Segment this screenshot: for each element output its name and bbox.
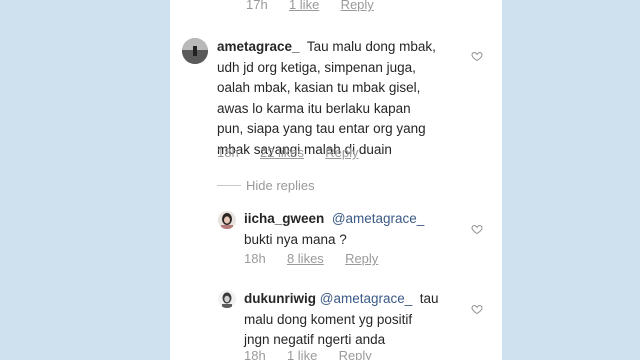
reply-meta: 18h 8 likes Reply xyxy=(244,251,378,266)
comment-body: ametagrace_ Tau malu dong mbak, udh jd o… xyxy=(217,37,463,160)
comment-time: 18h xyxy=(217,145,239,160)
reply-time: 18h xyxy=(244,348,266,360)
comments-panel: 17h 1 like Reply ametagrace_ Tau malu do… xyxy=(170,0,502,360)
comment-username[interactable]: ametagrace_ xyxy=(217,39,300,54)
reply-button[interactable]: Reply xyxy=(325,145,358,160)
mention-link[interactable]: @ametagrace_ xyxy=(320,291,413,306)
reply-meta: 18h 1 like Reply xyxy=(244,348,372,360)
divider xyxy=(217,185,241,186)
reply-button[interactable]: Reply xyxy=(345,251,378,266)
comment-line: udh jd org ketiga, simpenan juga, xyxy=(217,59,416,75)
comment-meta: 18h 22 likes Reply xyxy=(217,145,359,160)
heart-outline-icon[interactable] xyxy=(471,222,483,240)
mention-link[interactable]: @ametagrace_ xyxy=(332,211,425,226)
likes-link[interactable]: 1 like xyxy=(289,0,319,12)
likes-link[interactable]: 8 likes xyxy=(287,251,324,266)
comment-time: 17h xyxy=(246,0,268,12)
reply-time: 18h xyxy=(244,251,266,266)
reply-button[interactable]: Reply xyxy=(341,0,374,12)
comment-line: pun, siapa yang tau entar org yang xyxy=(217,121,426,136)
reply-line: dukunriwig @ametagrace_ tau xyxy=(244,291,439,306)
comment-meta-top: 17h 1 like Reply xyxy=(246,0,374,12)
avatar-ametagrace[interactable] xyxy=(182,38,208,64)
reply-body: dukunriwig @ametagrace_ tau malu dong ko… xyxy=(244,289,466,351)
reply-line: iicha_gween @ametagrace_ xyxy=(244,209,464,230)
reply-button[interactable]: Reply xyxy=(339,348,372,360)
heart-outline-icon[interactable] xyxy=(471,302,483,320)
avatar-dukunriwig[interactable] xyxy=(218,290,236,308)
hide-replies-button[interactable]: Hide replies xyxy=(246,178,315,193)
reply-line: bukti nya mana ? xyxy=(244,231,347,247)
likes-link[interactable]: 22 likes xyxy=(260,145,304,160)
reply-line: malu dong koment yg positif xyxy=(244,311,413,327)
avatar-iicha-gween[interactable] xyxy=(218,211,236,229)
reply-username[interactable]: iicha_gween xyxy=(244,211,324,226)
comment-line: oalah mbak, kasian tu mbak gisel, xyxy=(217,80,421,95)
heart-outline-icon[interactable] xyxy=(471,49,483,67)
likes-link[interactable]: 1 like xyxy=(287,348,317,360)
reply-body: iicha_gween @ametagrace_ bukti nya mana … xyxy=(244,209,464,250)
reply-username[interactable]: dukunriwig xyxy=(244,291,316,306)
comment-line: ametagrace_ Tau malu dong mbak, xyxy=(217,39,436,54)
comment-line: awas lo karma itu berlaku kapan xyxy=(217,100,411,116)
